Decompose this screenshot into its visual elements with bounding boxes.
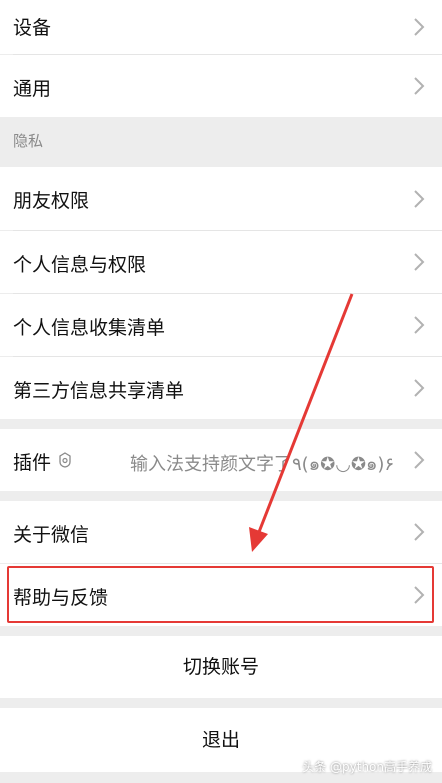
row-label: 通用 — [13, 78, 52, 100]
settings-row-personal-info-permissions[interactable]: 个人信息与权限 — [0, 231, 442, 293]
row-label: 第三方信息共享清单 — [13, 380, 185, 402]
logout-label: 退出 — [201, 729, 240, 751]
settings-row-third-party-sharing[interactable]: 第三方信息共享清单 — [0, 357, 442, 419]
settings-row-general[interactable]: 通用 — [0, 55, 442, 117]
row-label: 插件 — [13, 452, 52, 474]
settings-row-device[interactable]: 设备 — [0, 0, 442, 54]
section-header-label: 隐私 — [13, 132, 44, 150]
settings-row-personal-info-collection[interactable]: 个人信息收集清单 — [0, 294, 442, 356]
row-label: 个人信息与权限 — [13, 254, 147, 276]
switch-account-label: 切换账号 — [182, 656, 259, 678]
chevron-right-icon — [414, 18, 425, 36]
chevron-right-icon — [414, 77, 425, 95]
chevron-right-icon — [414, 316, 425, 334]
annotation-highlight-box — [7, 566, 434, 623]
switch-account-button[interactable]: 切换账号 — [0, 636, 442, 698]
section-header-privacy: 隐私 — [0, 117, 442, 167]
chevron-right-icon — [414, 379, 425, 397]
plugin-icon — [59, 452, 71, 468]
settings-row-about[interactable]: 关于微信 — [0, 501, 442, 563]
row-label: 设备 — [13, 17, 52, 39]
chevron-right-icon — [414, 253, 425, 271]
chevron-right-icon — [414, 451, 425, 469]
row-label: 关于微信 — [13, 524, 90, 546]
chevron-right-icon — [414, 189, 425, 208]
settings-row-friend-permissions[interactable]: 朋友权限 — [0, 167, 442, 230]
row-label: 个人信息收集清单 — [13, 317, 166, 339]
row-label: 朋友权限 — [13, 190, 90, 212]
plugin-status-text: 输入法支持颜文字了٩(๑✪◡✪๑)۶ — [130, 454, 395, 475]
chevron-right-icon — [414, 523, 425, 541]
settings-row-plugins[interactable]: 插件 输入法支持颜文字了٩(๑✪◡✪๑)۶ — [0, 429, 442, 491]
watermark-text: 头条 @python高手养成 — [302, 760, 432, 774]
